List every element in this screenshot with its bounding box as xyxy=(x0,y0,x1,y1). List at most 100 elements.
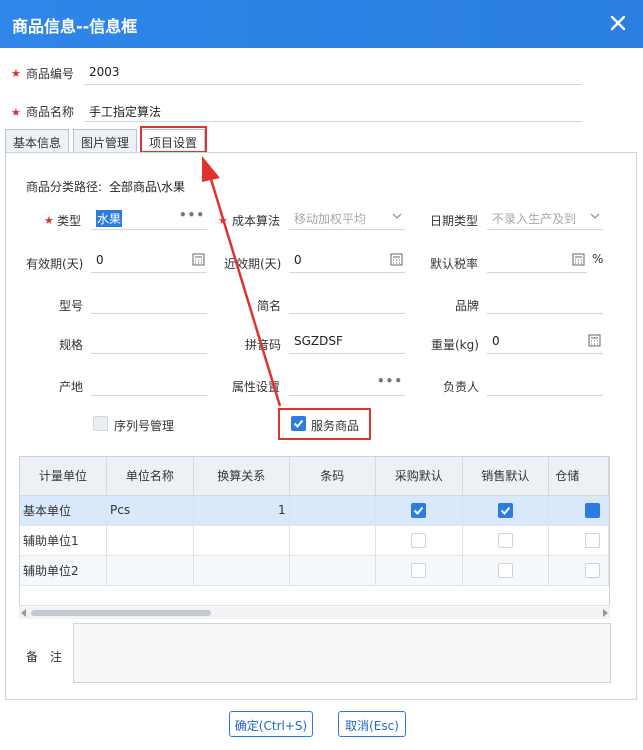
tab-image-management[interactable]: 图片管理 xyxy=(73,129,138,153)
cell-name[interactable] xyxy=(106,525,194,556)
close-icon[interactable] xyxy=(607,12,629,34)
storage-checkbox[interactable] xyxy=(585,502,601,518)
near-expiry-field[interactable]: 0 xyxy=(289,249,405,273)
check-icon xyxy=(414,506,424,515)
type-label: 类型 xyxy=(57,214,82,228)
cost-method-select[interactable]: 移动加权平均 xyxy=(289,206,405,230)
sale-default-checkbox[interactable] xyxy=(497,502,513,518)
owner-label: 负责人 xyxy=(443,380,480,394)
weight-value: 0 xyxy=(492,334,500,348)
cell-barcode[interactable] xyxy=(289,525,376,556)
cell-purchase-default[interactable] xyxy=(375,555,463,586)
code-label: 商品编号 xyxy=(26,67,75,81)
shelf-life-value: 0 xyxy=(96,253,104,267)
required-mark: ★ xyxy=(44,214,54,227)
type-value: 水果 xyxy=(96,210,123,227)
check-icon xyxy=(500,506,511,515)
spec-label: 规格 xyxy=(59,338,84,352)
category-path-value: 全部商品\水果 xyxy=(109,180,186,194)
cell-name[interactable]: Pcs xyxy=(106,495,194,526)
sale-default-checkbox[interactable] xyxy=(497,532,513,548)
cell-barcode[interactable] xyxy=(289,495,376,526)
cell-purchase-default[interactable] xyxy=(375,525,463,556)
cell-storage[interactable] xyxy=(548,525,609,556)
scroll-left-icon[interactable] xyxy=(21,609,27,617)
model-label: 型号 xyxy=(59,299,84,313)
name-field[interactable]: 手工指定算法 xyxy=(89,103,161,120)
cell-storage[interactable] xyxy=(548,495,609,526)
percent-unit: % xyxy=(592,252,604,266)
category-path-label: 商品分类路径: xyxy=(26,180,103,194)
scroll-right-icon[interactable] xyxy=(602,609,608,617)
weight-field[interactable]: 0 xyxy=(487,330,603,354)
cost-method-value: 移动加权平均 xyxy=(294,212,367,226)
cell-unit[interactable]: 辅助单位2 xyxy=(20,555,107,586)
grid-header-row: 计量单位 单位名称 换算关系 条码 采购默认 销售默认 仓储 xyxy=(20,457,609,496)
cell-ratio[interactable] xyxy=(193,525,290,556)
date-type-label: 日期类型 xyxy=(430,214,479,228)
ok-button[interactable]: 确定(Ctrl+S) xyxy=(229,711,313,737)
attr-field[interactable]: ••• xyxy=(289,372,405,396)
pinyin-field[interactable]: SGZDSF xyxy=(289,330,405,354)
required-mark: ★ xyxy=(11,106,21,119)
divider xyxy=(84,84,582,85)
serial-label: 序列号管理 xyxy=(114,419,175,433)
date-type-select[interactable]: 不录入生产及到期 xyxy=(487,206,603,230)
window-title: 商品信息--信息框 xyxy=(12,17,138,36)
serial-checkbox[interactable] xyxy=(93,416,108,431)
cell-sale-default[interactable] xyxy=(462,495,550,526)
origin-label: 产地 xyxy=(59,380,84,394)
table-row[interactable]: 辅助单位1 xyxy=(20,525,609,556)
owner-field[interactable] xyxy=(487,372,603,396)
cell-ratio[interactable]: 1 xyxy=(193,495,290,526)
cell-name[interactable] xyxy=(106,555,194,586)
cell-sale-default[interactable] xyxy=(462,525,550,556)
cell-purchase-default[interactable] xyxy=(375,495,463,526)
cell-storage[interactable] xyxy=(548,555,609,586)
chevron-down-icon xyxy=(392,213,402,219)
title-bar: 商品信息--信息框 xyxy=(0,0,643,48)
remark-label: 备 注 xyxy=(26,650,63,664)
column-header: 换算关系 xyxy=(193,457,290,496)
cancel-button[interactable]: 取消(Esc) xyxy=(338,711,406,737)
column-header: 单位名称 xyxy=(106,457,194,496)
unit-grid: 计量单位 单位名称 换算关系 条码 采购默认 销售默认 仓储 基本单位 Pcs … xyxy=(19,456,610,619)
purchase-default-checkbox[interactable] xyxy=(411,532,427,548)
scrollbar-thumb[interactable] xyxy=(31,610,211,616)
horizontal-scrollbar[interactable] xyxy=(19,605,610,619)
column-header: 采购默认 xyxy=(375,457,463,496)
column-header: 条码 xyxy=(289,457,376,496)
calculator-icon[interactable] xyxy=(390,253,403,266)
purchase-default-checkbox[interactable] xyxy=(411,502,427,518)
brand-field[interactable] xyxy=(487,290,603,314)
purchase-default-checkbox[interactable] xyxy=(411,562,427,578)
shelf-life-label: 有效期(天) xyxy=(26,257,84,271)
date-type-value: 不录入生产及到期 xyxy=(492,212,577,226)
weight-label: 重量(kg) xyxy=(431,338,479,352)
table-row[interactable]: 辅助单位2 xyxy=(20,555,609,586)
cell-sale-default[interactable] xyxy=(462,555,550,586)
cell-unit[interactable]: 基本单位 xyxy=(20,495,107,526)
column-header: 仓储 xyxy=(548,457,609,496)
more-icon[interactable]: ••• xyxy=(377,374,403,388)
annotation-arrow xyxy=(202,156,282,407)
cell-unit[interactable]: 辅助单位1 xyxy=(20,525,107,556)
cell-ratio[interactable] xyxy=(193,555,290,586)
tab-basic-info[interactable]: 基本信息 xyxy=(5,129,70,153)
required-mark: ★ xyxy=(11,67,21,80)
pinyin-value: SGZDSF xyxy=(294,334,343,348)
cell-barcode[interactable] xyxy=(289,555,376,586)
tax-field[interactable] xyxy=(487,249,587,273)
remark-textarea[interactable] xyxy=(73,623,611,683)
storage-checkbox[interactable] xyxy=(585,532,601,548)
calculator-icon[interactable] xyxy=(572,253,585,266)
code-field[interactable]: 2003 xyxy=(89,65,120,79)
table-row[interactable]: 基本单位 Pcs 1 xyxy=(20,495,609,526)
column-header: 销售默认 xyxy=(462,457,550,496)
sale-default-checkbox[interactable] xyxy=(497,562,513,578)
chevron-down-icon xyxy=(590,213,600,219)
tax-label: 默认税率 xyxy=(430,257,479,271)
short-name-field[interactable] xyxy=(289,290,405,314)
calculator-icon[interactable] xyxy=(588,334,601,347)
storage-checkbox[interactable] xyxy=(585,562,601,578)
